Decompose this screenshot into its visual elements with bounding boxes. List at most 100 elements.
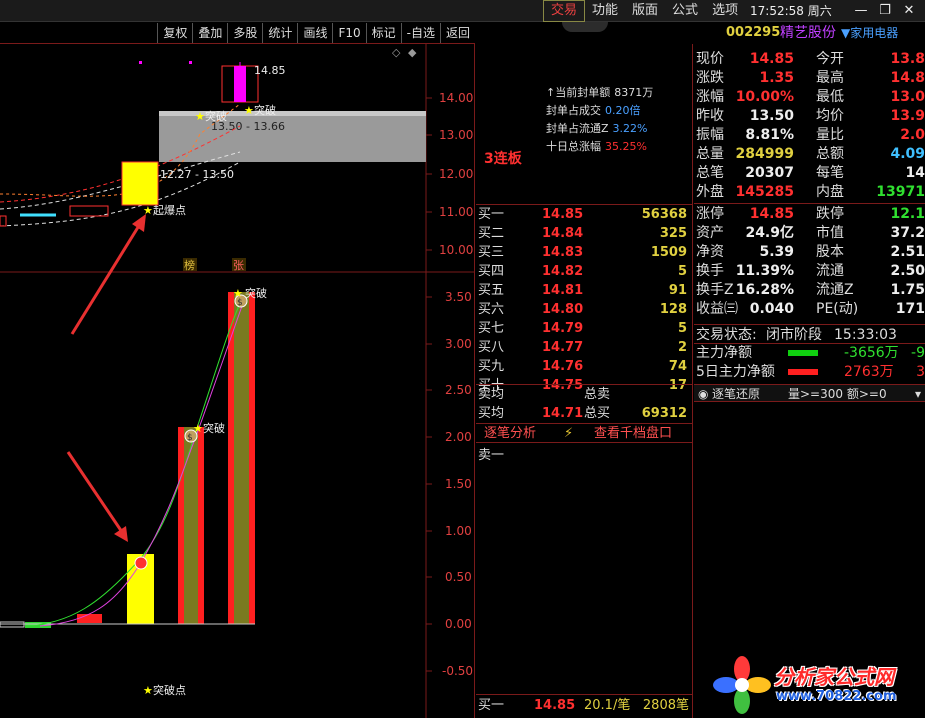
quote-value: 20307 (745, 165, 794, 181)
quote-label: 净资 (696, 244, 724, 260)
capital-flow: 主力净额 -3656万 -9 5日主力净额 2763万 3 (694, 344, 925, 382)
marker-dot (189, 61, 192, 64)
quote-row: 外盘 145285 内盘 13971 (694, 183, 925, 202)
menu-trade[interactable]: 交易 (543, 0, 586, 22)
book-row[interactable]: 买三 14.83 1509 (476, 243, 693, 262)
star-icon: ★ (233, 287, 243, 300)
quote-value: 284999 (735, 146, 794, 162)
upper-tick-label: 12.00 (439, 167, 473, 181)
quote-label: 流通Z (816, 282, 854, 298)
candle-magenta[interactable] (234, 66, 246, 102)
book-row[interactable]: 买九 14.76 74 (476, 357, 693, 376)
settings-icon[interactable]: ◆ (408, 46, 417, 59)
quote-value: 13.9 (890, 108, 925, 124)
quote-value: 13.8 (890, 51, 925, 67)
window-controls: — ❐ ✕ (849, 0, 921, 22)
lower-axis: 3.50 3.00 2.50 2.00 1.50 1.00 0.50 0.00 … (426, 290, 473, 678)
quote-label: 总笔 (696, 165, 724, 181)
expand-icon[interactable]: ◉ (698, 385, 708, 403)
quote-value: 8.81% (745, 127, 794, 143)
annotation-arrow (70, 223, 142, 335)
quote-value: 24.9亿 (745, 225, 794, 241)
book-row[interactable]: 买一 14.85 56368 (476, 205, 693, 224)
quote-row: 涨停 14.85 跌停 12.1 (694, 205, 925, 224)
flow-row: 5日主力净额 2763万 3 (696, 364, 925, 380)
tick-ask-label: 卖一 (478, 448, 505, 463)
restore-icon[interactable]: ❐ (873, 0, 897, 22)
candlestick-chart[interactable]: ◇ ◆ 14.00 13.00 12.00 11.00 10.00 13.50 … (0, 44, 475, 718)
quote-value: 13.50 (749, 108, 794, 124)
quote-label: 每笔 (816, 165, 844, 181)
dollar-icon: $ (187, 433, 193, 443)
quote-label: 今开 (816, 51, 844, 67)
candle-yellow[interactable] (121, 161, 159, 206)
lower-tick-label: 2.00 (445, 430, 472, 444)
toolbar-draw-button[interactable]: 画线 (297, 23, 332, 43)
lower-tick-label: 1.50 (445, 477, 472, 491)
toolbar-f10-button[interactable]: F10 (332, 23, 365, 43)
dropdown-icon[interactable]: ▾ (915, 385, 921, 403)
avg-summary: 卖均 总卖 买均 14.71 总买 69312 (476, 384, 693, 423)
quote-value: 10.00% (735, 89, 794, 105)
top-menu-bar: 交易 功能 版面 公式 选项 17:52:58 周六 — ❐ ✕ (0, 0, 925, 22)
chart-area[interactable]: ◇ ◆ 14.00 13.00 12.00 11.00 10.00 13.50 … (0, 44, 475, 718)
quote-value: 171 (895, 301, 925, 317)
tick-filter-bar[interactable]: ◉ 逐笔还原 量>=300 额>=0 ▾ (694, 384, 925, 402)
quote-panel: 002295 精艺股份 ▼家用电器 现价 14.85 今开 13.8 涨跌 1.35 最高 1… (694, 22, 925, 718)
minimize-icon[interactable]: — (849, 0, 873, 22)
toolbar-adjust-button[interactable]: 复权 (157, 23, 192, 43)
diamond-icon[interactable]: ◇ (392, 46, 401, 59)
candle[interactable] (69, 205, 109, 217)
flow-bar (788, 369, 818, 375)
quote-row: 现价 14.85 今开 13.8 (694, 50, 925, 69)
top-breakout-label: 突破 (245, 286, 267, 300)
stock-code: 002295 (726, 25, 781, 40)
indicator-bar[interactable] (77, 614, 102, 623)
book-row[interactable]: 买五 14.81 91 (476, 281, 693, 300)
toolbar-watchlist-button[interactable]: -自选 (400, 23, 440, 43)
book-row[interactable]: 买七 14.79 5 (476, 319, 693, 338)
tag-rank[interactable]: 榜 (184, 258, 195, 272)
lower-tick-label: 0.50 (445, 570, 472, 584)
book-row[interactable]: 买六 14.80 128 (476, 300, 693, 319)
tab-tick-analysis[interactable]: 逐笔分析 (484, 424, 536, 443)
logo-flower-icon (713, 656, 771, 714)
lower-tick-label: 3.00 (445, 337, 472, 351)
toolbar-multi-stock-button[interactable]: 多股 (227, 23, 262, 43)
toolbar-overlay-button[interactable]: 叠加 (192, 23, 227, 43)
lower-tick-label: -0.50 (442, 664, 473, 678)
watermark-url: www.70822.com (776, 689, 897, 704)
quote-label: 总量 (696, 146, 724, 162)
quote-value: 1.75 (890, 282, 925, 298)
sector-dropdown[interactable]: ▼家用电器 (841, 22, 898, 44)
zone2-label: 12.27 - 13.50 (160, 168, 234, 181)
book-row[interactable]: 买二 14.84 325 (476, 224, 693, 243)
quote-value: 2.50 (890, 263, 925, 279)
lightning-icon: ⚡ (564, 426, 574, 441)
quote-value: 12.1 (890, 206, 925, 222)
close-icon[interactable]: ✕ (897, 0, 921, 22)
indicator-bar-olive[interactable] (184, 427, 198, 624)
quote-value: 11.39% (735, 263, 794, 279)
seal-row: 封单占成交 0.20倍 (546, 104, 641, 117)
chart-toolbar: 复权 叠加 多股 统计 画线 F10 标记 -自选 返回 (0, 23, 475, 44)
quote-label: 市值 (816, 225, 844, 241)
toolbar-stats-button[interactable]: 统计 (262, 23, 297, 43)
tag-rise[interactable]: 张 (233, 259, 244, 272)
annotation-arrow (66, 451, 124, 533)
book-row[interactable]: 买四 14.82 5 (476, 262, 693, 281)
book-row[interactable]: 买八 14.77 2 (476, 338, 693, 357)
tab-depth-book[interactable]: 查看千档盘口 (594, 424, 672, 443)
toolbar-mark-button[interactable]: 标记 (365, 23, 401, 43)
toolbar-back-button[interactable]: 返回 (439, 23, 475, 43)
quote-label: 收益㈢ (696, 301, 738, 317)
menu-layout[interactable]: 版面 (625, 0, 665, 22)
menu-function[interactable]: 功能 (585, 0, 625, 22)
panel-tab-notch[interactable] (562, 22, 608, 32)
quote-row: 总量 284999 总额 4.09 (694, 145, 925, 164)
menu-options[interactable]: 选项 (705, 0, 745, 22)
candle[interactable] (0, 215, 7, 227)
indicator-bar-olive[interactable] (234, 292, 249, 624)
menu-formula[interactable]: 公式 (665, 0, 705, 22)
signal-ball-icon[interactable] (134, 556, 148, 570)
